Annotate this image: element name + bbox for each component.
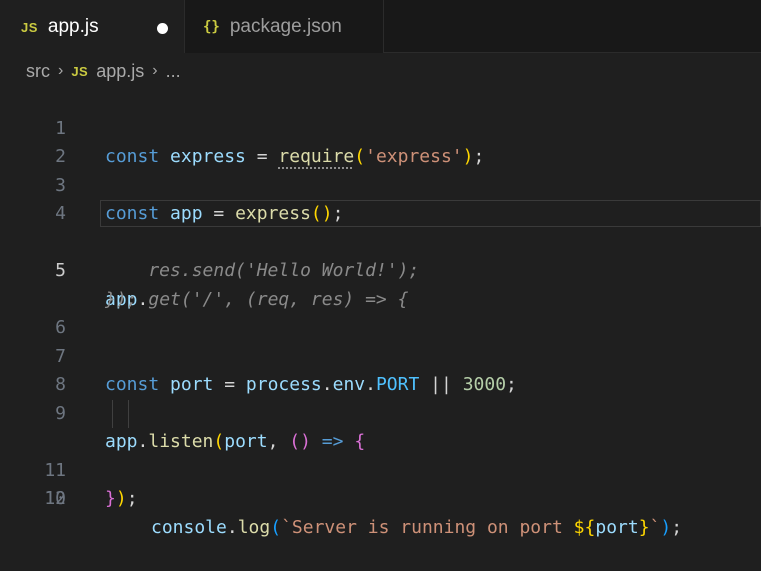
current-line-highlight (100, 200, 761, 227)
code-line[interactable]: 1 const express = require('express'); (0, 86, 761, 168)
indent-guide (128, 399, 129, 428)
tab-bar: JS app.js {} package.json (0, 0, 761, 53)
code-line[interactable]: 2 (0, 115, 761, 167)
code-editor[interactable]: 1 const express = require('express'); 2 … (0, 86, 761, 538)
tab-label: app.js (47, 16, 99, 37)
unsaved-changes-dot-icon[interactable] (157, 23, 168, 34)
javascript-file-icon: JS (21, 19, 38, 35)
code-line[interactable]: 12 (0, 457, 761, 509)
code-line[interactable]: 4 (0, 172, 761, 224)
code-line[interactable]: 6 (0, 286, 761, 338)
javascript-file-icon: JS (71, 63, 89, 79)
code-line-current[interactable]: 5 app.get('/', (req, res) => { (0, 200, 761, 310)
code-line[interactable]: 8 (0, 343, 761, 395)
breadcrumb-folder[interactable]: src (26, 61, 50, 82)
code-content: console.log(`Server is running on port $… (151, 516, 683, 538)
code-line[interactable]: 11 }); (0, 428, 761, 510)
breadcrumb-file[interactable]: app.js (96, 61, 144, 82)
code-line[interactable]: 9 app.listen(port, () => { (0, 371, 761, 453)
indent-guide (112, 399, 113, 428)
code-line[interactable]: 3 const app = express(); (0, 143, 761, 225)
tab-app-js[interactable]: JS app.js (0, 0, 184, 53)
tab-package-json[interactable]: {} package.json (184, 0, 384, 53)
code-line[interactable]: 10 console.log(`Server is running on por… (0, 399, 761, 538)
code-line[interactable]: 7 const port = process.env.PORT || 3000; (0, 314, 761, 396)
chevron-right-icon: › (152, 62, 158, 79)
inline-suggestion-line: res.send('Hello World!'); (0, 229, 761, 281)
chevron-right-icon: › (58, 62, 64, 79)
breadcrumb: src › JS app.js › ... (0, 53, 761, 89)
breadcrumb-symbol[interactable]: ... (166, 61, 181, 82)
tab-label: package.json (229, 15, 342, 37)
code-line[interactable]: 13 (0, 485, 761, 496)
inline-suggestion-line: }); (0, 257, 761, 310)
json-file-icon: {} (203, 18, 220, 35)
